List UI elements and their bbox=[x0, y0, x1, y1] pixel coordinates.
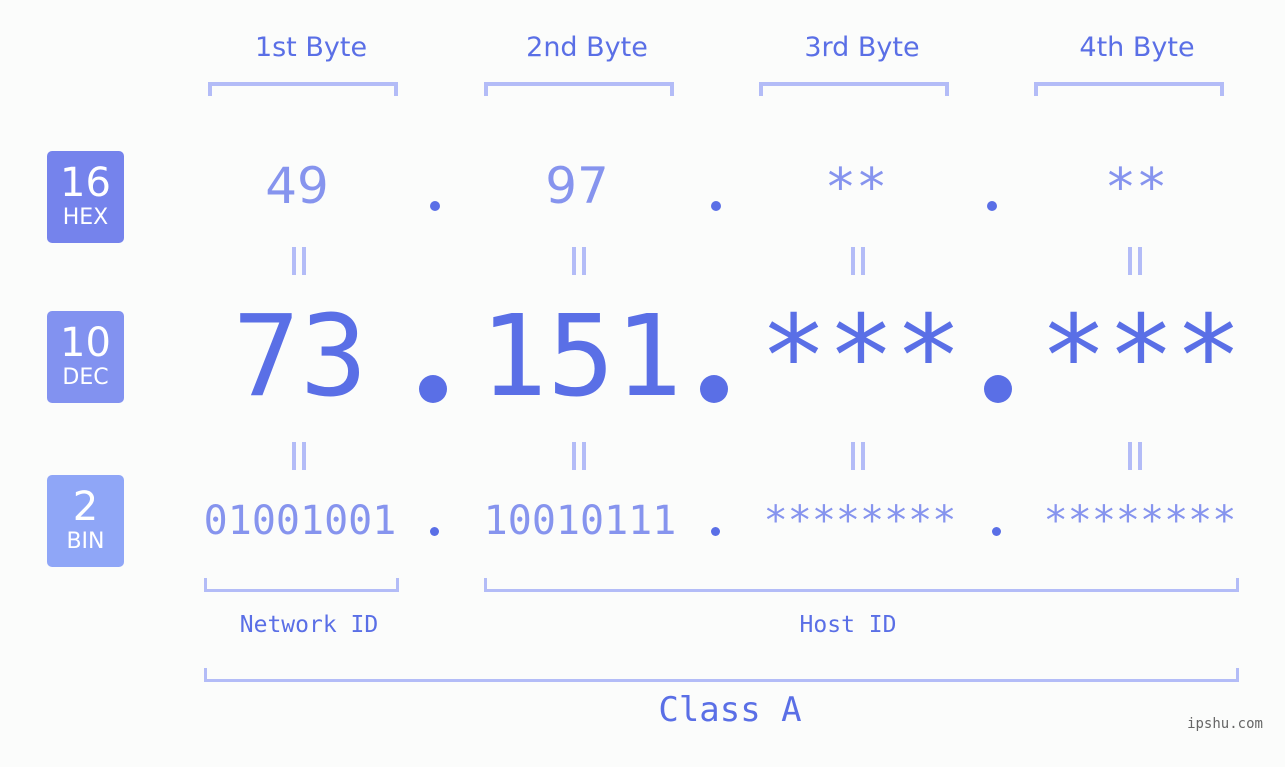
bin-value-1: 01001001 bbox=[203, 498, 397, 544]
dec-separator-dot bbox=[419, 375, 447, 403]
class-label: Class A bbox=[658, 690, 802, 730]
byte-bracket-1 bbox=[208, 82, 398, 96]
equals-icon bbox=[1126, 442, 1144, 470]
hex-separator-dot bbox=[711, 201, 721, 211]
dec-badge-number: 10 bbox=[60, 320, 111, 366]
class-bracket bbox=[204, 668, 1239, 682]
bin-badge-number: 2 bbox=[72, 484, 99, 530]
hex-value-2: 97 bbox=[545, 157, 609, 215]
bin-value-3: ******** bbox=[763, 498, 957, 544]
equals-icon bbox=[290, 442, 308, 470]
equals-icon bbox=[849, 247, 867, 275]
network-id-bracket bbox=[204, 578, 399, 592]
hex-badge: 16 HEX bbox=[47, 151, 124, 243]
host-id-label: Host ID bbox=[799, 612, 897, 638]
bin-badge-name: BIN bbox=[66, 529, 105, 554]
hex-separator-dot bbox=[430, 201, 440, 211]
dec-separator-dot bbox=[700, 375, 728, 403]
dec-value-2: 151 bbox=[479, 292, 683, 422]
byte-label-4: 4th Byte bbox=[1079, 32, 1195, 63]
watermark: ipshu.com bbox=[1187, 716, 1263, 732]
dec-value-3: *** bbox=[759, 292, 963, 422]
bin-badge: 2 BIN bbox=[47, 475, 124, 567]
hex-separator-dot bbox=[987, 201, 997, 211]
byte-bracket-3 bbox=[759, 82, 949, 96]
dec-separator-dot bbox=[984, 375, 1012, 403]
equals-icon bbox=[570, 247, 588, 275]
hex-value-4: ** bbox=[1104, 158, 1168, 218]
equals-icon bbox=[290, 247, 308, 275]
hex-value-3: ** bbox=[824, 158, 888, 218]
host-id-bracket bbox=[484, 578, 1239, 592]
equals-icon bbox=[1126, 247, 1144, 275]
bin-separator-dot bbox=[430, 527, 439, 536]
byte-label-3: 3rd Byte bbox=[804, 32, 920, 63]
bin-separator-dot bbox=[711, 527, 720, 536]
byte-label-1: 1st Byte bbox=[254, 32, 368, 63]
byte-label-2: 2nd Byte bbox=[526, 32, 648, 63]
bin-value-2: 10010111 bbox=[483, 498, 677, 544]
equals-icon bbox=[570, 442, 588, 470]
byte-bracket-4 bbox=[1034, 82, 1224, 96]
hex-badge-name: HEX bbox=[62, 205, 109, 230]
hex-badge-number: 16 bbox=[60, 160, 111, 206]
dec-badge: 10 DEC bbox=[47, 311, 124, 403]
hex-value-1: 49 bbox=[265, 157, 329, 215]
bin-separator-dot bbox=[992, 527, 1001, 536]
bin-value-4: ******** bbox=[1043, 498, 1237, 544]
byte-bracket-2 bbox=[484, 82, 674, 96]
dec-value-4: *** bbox=[1039, 292, 1243, 422]
dec-badge-name: DEC bbox=[62, 365, 109, 390]
dec-value-1: 73 bbox=[232, 292, 368, 422]
network-id-label: Network ID bbox=[239, 612, 379, 638]
equals-icon bbox=[849, 442, 867, 470]
